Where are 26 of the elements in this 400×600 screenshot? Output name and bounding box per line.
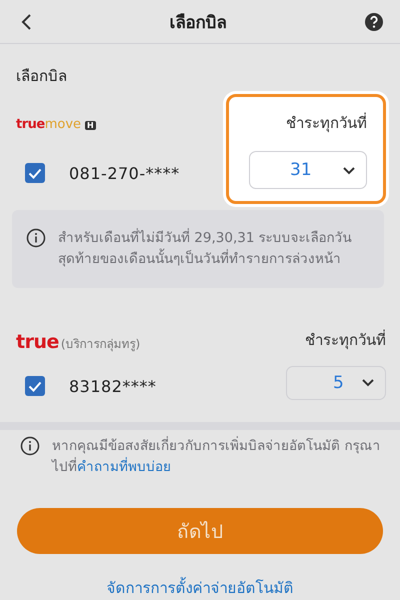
brand-logo: true: [16, 331, 59, 352]
page-title: เลือกบิล: [170, 12, 226, 36]
pay-day-label: ชำระทุกวันที่: [286, 112, 367, 134]
pay-day-label: ชำระทุกวันที่: [305, 328, 386, 352]
help-button[interactable]: [364, 12, 384, 32]
day-dropdown[interactable]: 5: [286, 366, 386, 400]
brand-logo: truemove H: [16, 117, 96, 134]
section-title: เลือกบิล: [15, 66, 68, 88]
manage-link[interactable]: จัดการการตั้งค่าจ่ายอัตโนมัติ: [106, 576, 294, 600]
brand-note: (บริการกลุ่มทรู): [60, 336, 140, 354]
checkmark-icon: [28, 380, 42, 392]
account-number: 83182****: [69, 376, 156, 396]
back-button[interactable]: [20, 12, 32, 31]
chevron-down-icon: [342, 166, 356, 175]
account-number: 081-270-****: [69, 164, 180, 183]
checkbox[interactable]: [25, 163, 45, 184]
help-text: หากคุณมีข้อสงสัยเกี่ยวกับการเพิ่มบิลจ่ายอัตโนมัติ กรุณาไปที่คำถามที่พบบ่อย: [52, 436, 382, 478]
info-icon: [20, 436, 40, 456]
info-icon: [26, 228, 46, 248]
day-dropdown[interactable]: 31: [249, 151, 367, 190]
chevron-down-icon: [361, 378, 375, 388]
checkmark-icon: [28, 168, 42, 179]
faq-link[interactable]: คำถามที่พบบ่อย: [77, 459, 171, 476]
info-text: สำหรับเดือนที่ไม่มีวันที่ 29,30,31 ระบบจะเลือกวันสุดท้ายของเดือนนั้นๆเป็นวันที่ทำรายการล่วงหน้า: [58, 228, 353, 269]
next-button[interactable]: ถัดไป: [17, 508, 383, 554]
checkbox[interactable]: [25, 376, 45, 396]
